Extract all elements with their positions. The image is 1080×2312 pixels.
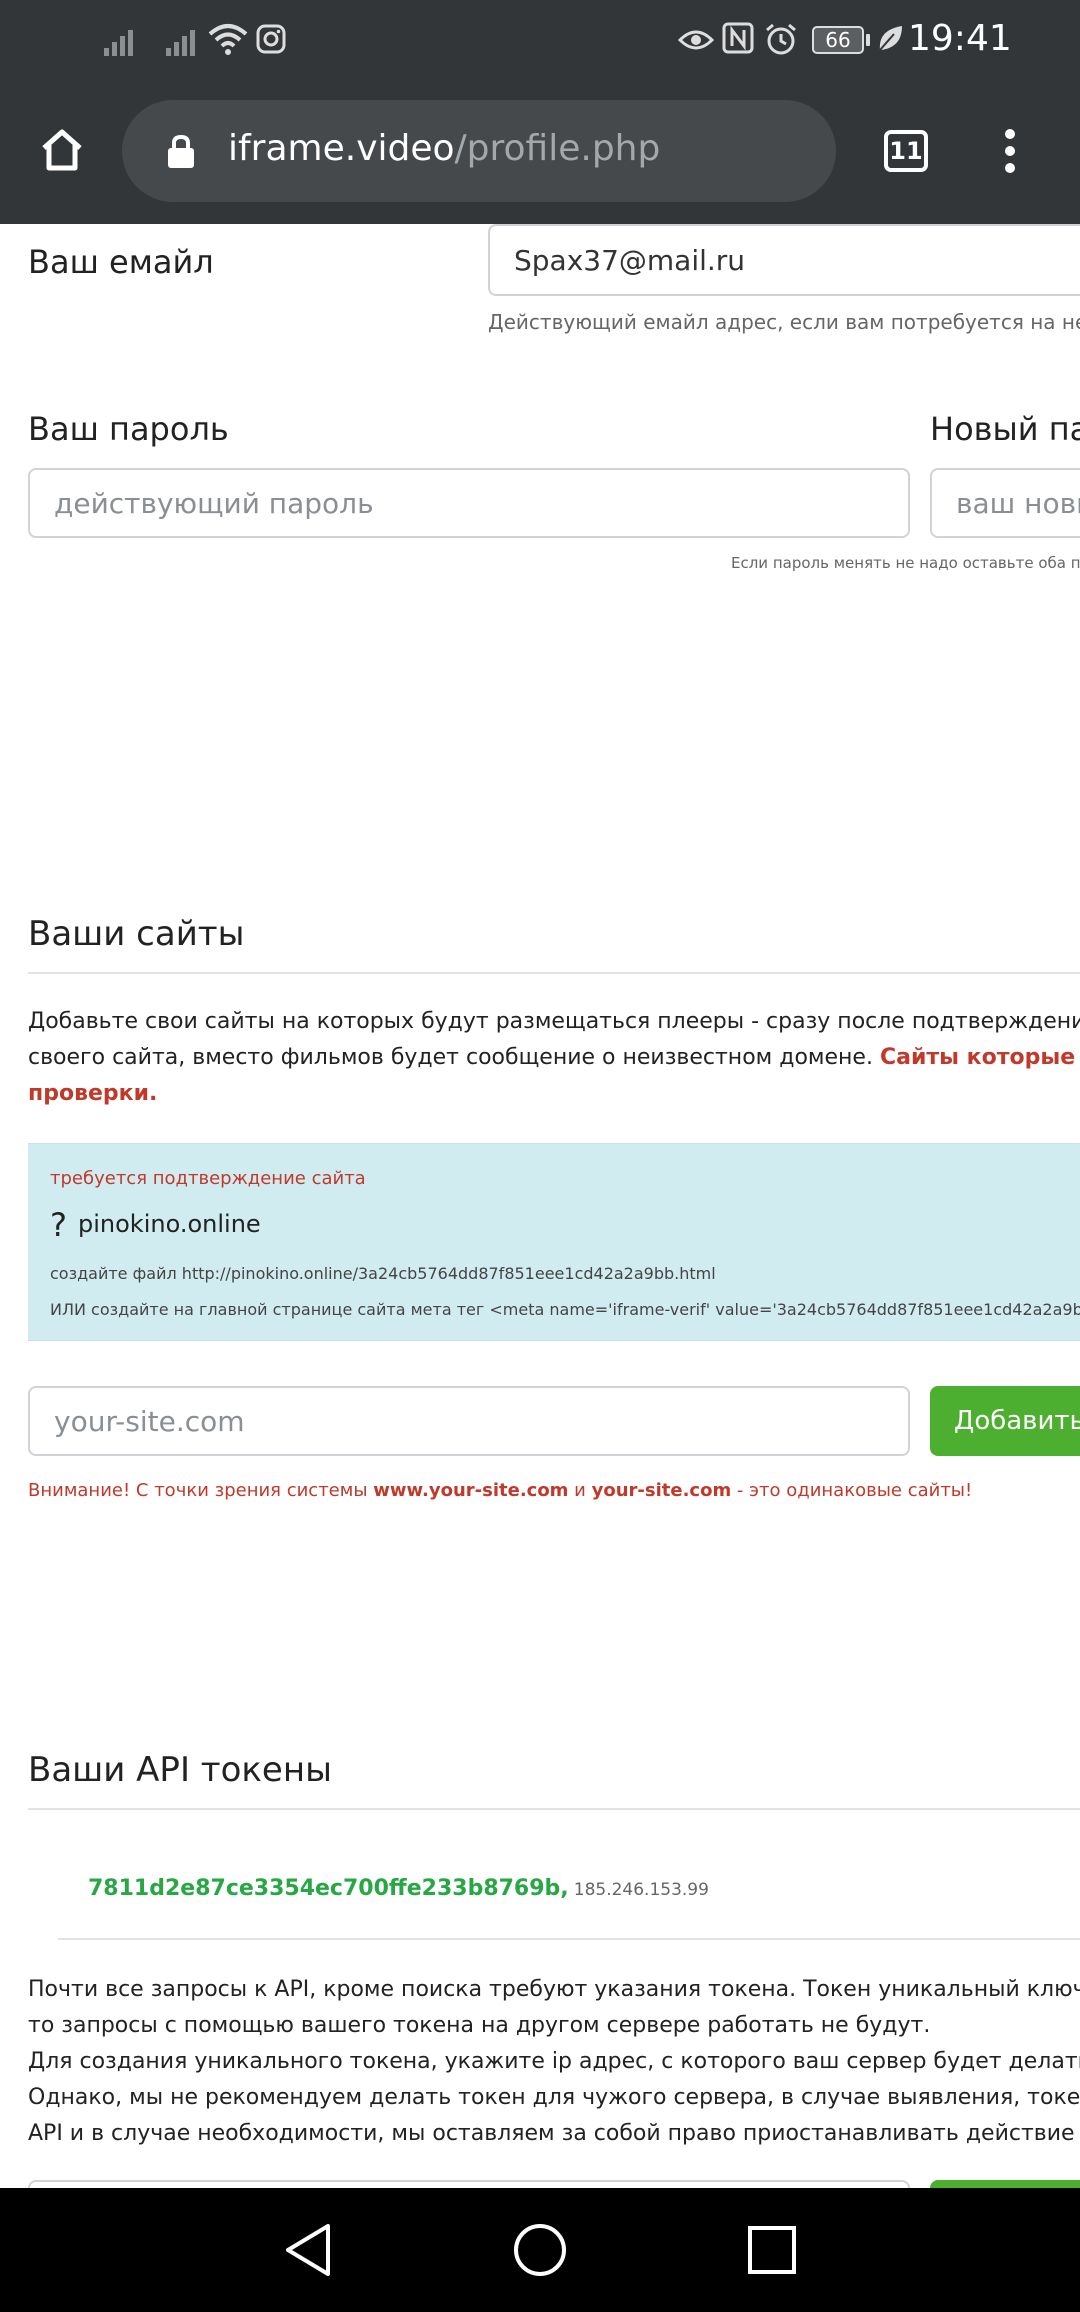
- site-domain-placeholder: your-site.com: [54, 1404, 245, 1438]
- signal-icon: [104, 30, 133, 56]
- home-icon[interactable]: [38, 126, 86, 174]
- password-hint: Если пароль менять не надо оставьте оба …: [731, 554, 1080, 572]
- recents-icon[interactable]: [746, 2224, 798, 2276]
- signal-icon: [166, 30, 195, 56]
- api-description: Почти все запросы к API, кроме поиска тр…: [28, 1972, 1080, 2152]
- email-field[interactable]: Spax37@mail.ru: [488, 224, 1080, 296]
- new-password-label: Новый паро: [930, 410, 1080, 448]
- cloudflare-warning: Сайты которые используют CloudFla: [879, 1045, 1080, 1070]
- divider: [58, 1938, 1080, 1940]
- tab-count: 11: [889, 137, 923, 165]
- lock-icon: [168, 134, 194, 168]
- leaf-icon: [879, 26, 902, 51]
- warning-www-domain: www.your-site.com: [373, 1480, 569, 1501]
- sites-desc-line1: Добавьте свои сайты на которых будут раз…: [28, 1009, 1080, 1034]
- eye-icon: [678, 30, 714, 50]
- password-label: Ваш пароль: [28, 410, 229, 448]
- android-navigation-bar: [0, 2188, 1080, 2312]
- browser-toolbar: iframe.video/profile.php 11: [0, 78, 1080, 224]
- warning-and: и: [568, 1480, 592, 1501]
- sites-desc-line3: проверки.: [28, 1081, 158, 1106]
- instagram-icon: [256, 24, 286, 54]
- email-label: Ваш емайл: [28, 243, 214, 281]
- email-value: Spax37@mail.ru: [514, 243, 746, 277]
- new-password-field[interactable]: ваш новый: [930, 468, 1080, 538]
- add-site-button[interactable]: Добавить са: [930, 1386, 1080, 1456]
- alarm-icon: [766, 23, 796, 55]
- api-token[interactable]: 7811d2e87ce3354ec700ffe233b8769b,: [88, 1876, 569, 1901]
- pending-domain: pinokino.online: [78, 1210, 261, 1238]
- password-placeholder: действующий пароль: [54, 486, 374, 520]
- address-bar[interactable]: iframe.video/profile.php: [122, 100, 836, 202]
- api-section-title: Ваши API токены: [28, 1750, 332, 1790]
- sites-section-title: Ваши сайты: [28, 914, 245, 954]
- api-desc-line3: Для создания уникального токена, укажите…: [28, 2049, 1080, 2074]
- home-nav-icon[interactable]: [512, 2222, 568, 2278]
- api-desc-line1: Почти все запросы к API, кроме поиска тр…: [28, 1977, 1080, 2002]
- password-field[interactable]: действующий пароль: [28, 468, 910, 538]
- url-domain: iframe.video: [228, 128, 455, 169]
- api-token-ip: 185.246.153.99: [573, 1880, 709, 1900]
- back-icon[interactable]: [282, 2222, 334, 2278]
- warning-text: Внимание! С точки зрения системы: [28, 1480, 374, 1501]
- status-bar: 66 19:41: [0, 0, 1080, 78]
- pending-instruction-file: создайте файл http://pinokino.online/3a2…: [50, 1264, 716, 1283]
- more-menu-icon[interactable]: [998, 126, 1022, 176]
- token-ip-input[interactable]: [28, 2180, 910, 2188]
- api-token-row: 7811d2e87ce3354ec700ffe233b8769b, 185.24…: [88, 1876, 709, 1901]
- email-hint: Действующий емайл адрес, если вам потреб…: [488, 310, 1080, 334]
- api-desc-line5: API и в случае необходимости, мы оставля…: [28, 2121, 1080, 2146]
- sites-description: Добавьте свои сайты на которых будут раз…: [28, 1004, 1080, 1112]
- question-mark-icon: ?: [50, 1206, 67, 1244]
- warning-tail: - это одинаковые сайты!: [731, 1480, 973, 1501]
- api-desc-line4: Однако, мы не рекомендуем делать токен д…: [28, 2085, 1080, 2110]
- pending-site-alert: требуется подтверждение сайта ? pinokino…: [28, 1143, 1080, 1341]
- nfc-icon: [722, 22, 754, 54]
- new-password-placeholder: ваш новый: [956, 486, 1080, 520]
- divider: [28, 972, 1080, 974]
- tab-switcher-button[interactable]: 11: [884, 130, 928, 172]
- battery-tip: [866, 34, 870, 46]
- wifi-icon: [208, 24, 248, 55]
- warning-domain: your-site.com: [591, 1480, 732, 1501]
- battery-level: 66: [825, 28, 851, 52]
- url-text: iframe.video/profile.php: [228, 128, 660, 169]
- status-time: 19:41: [908, 18, 1012, 59]
- pending-instruction-meta: ИЛИ создайте на главной странице сайта м…: [50, 1300, 1080, 1319]
- duplicate-site-warning: Внимание! С точки зрения системы www.you…: [28, 1480, 972, 1501]
- site-domain-input[interactable]: your-site.com: [28, 1386, 910, 1456]
- sites-desc-line2: своего сайта, вместо фильмов будет сообщ…: [28, 1040, 1080, 1076]
- add-site-button-label: Добавить са: [954, 1406, 1080, 1436]
- add-token-button[interactable]: [930, 2180, 1080, 2188]
- divider: [28, 1808, 1080, 1810]
- api-desc-line2: то запросы с помощью вашего токена на др…: [28, 2013, 931, 2038]
- url-path: /profile.php: [454, 128, 661, 169]
- web-content: Ваш емайл Spax37@mail.ru Действующий ема…: [0, 224, 1080, 2188]
- sites-desc-text: своего сайта, вместо фильмов будет сообщ…: [28, 1045, 880, 1070]
- pending-status: требуется подтверждение сайта: [50, 1168, 366, 1189]
